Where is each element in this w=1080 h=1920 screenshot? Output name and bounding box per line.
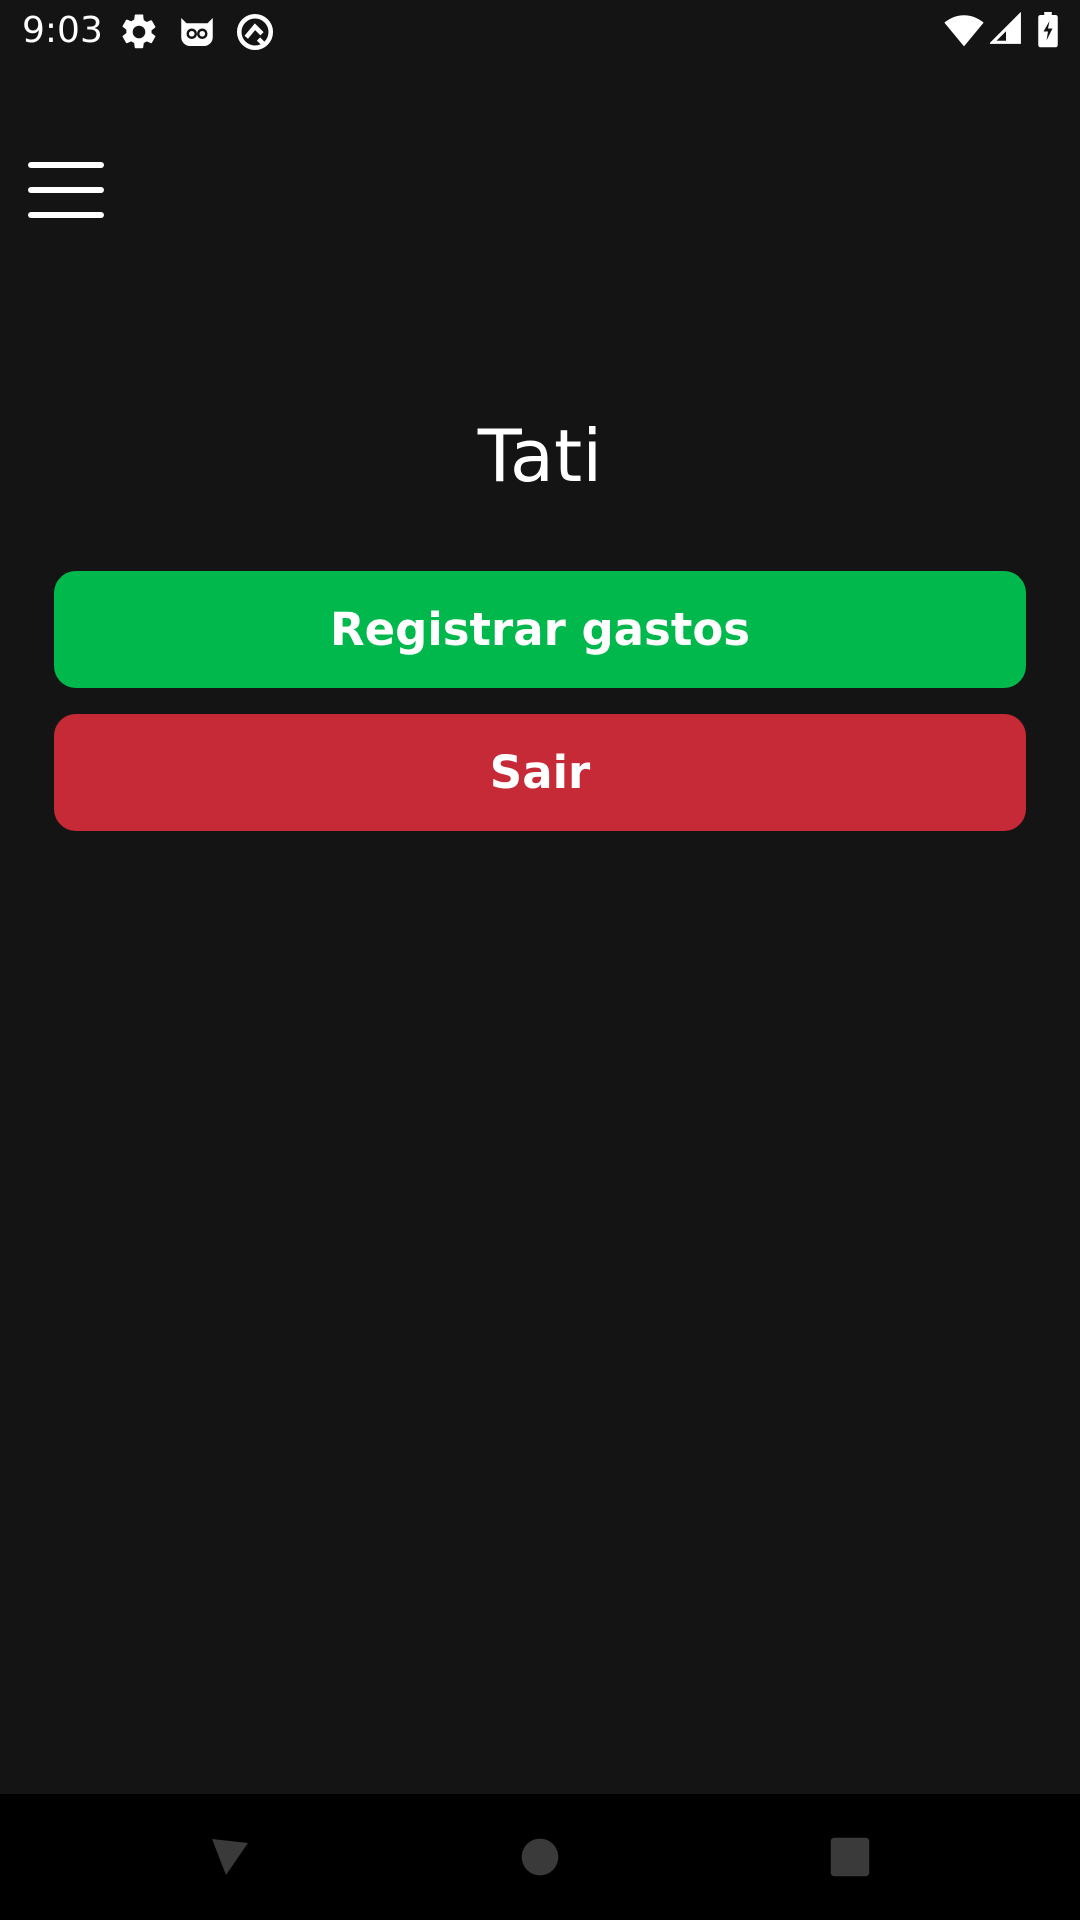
register-expenses-button[interactable]: Registrar gastos	[54, 571, 1026, 688]
menu-bar	[28, 187, 104, 193]
home-button[interactable]	[507, 1824, 573, 1890]
recents-button[interactable]	[817, 1824, 883, 1890]
hamburger-menu-icon	[28, 162, 104, 218]
status-time: 9:03	[22, 10, 103, 51]
wifi-icon	[944, 12, 984, 52]
logout-button[interactable]: Sair	[54, 714, 1026, 831]
navigation-bar	[0, 1794, 1080, 1920]
app-screen: 9:03 Tati Registrar gastos Sair	[0, 0, 1080, 1920]
battery-charging-icon	[1036, 12, 1060, 52]
menu-bar	[28, 212, 104, 218]
user-name-title: Tati	[477, 414, 603, 498]
hamburger-menu-button[interactable]	[20, 150, 112, 230]
recents-icon	[830, 1837, 870, 1877]
back-button[interactable]	[197, 1824, 263, 1890]
gear-icon	[118, 11, 160, 53]
menu-bar	[28, 162, 104, 168]
status-bar: 9:03	[0, 0, 1080, 63]
cat-mask-icon	[176, 11, 218, 53]
circle-logo-icon	[234, 11, 276, 53]
home-icon	[521, 1838, 559, 1876]
back-icon	[212, 1839, 248, 1875]
cell-signal-icon	[988, 11, 1022, 52]
